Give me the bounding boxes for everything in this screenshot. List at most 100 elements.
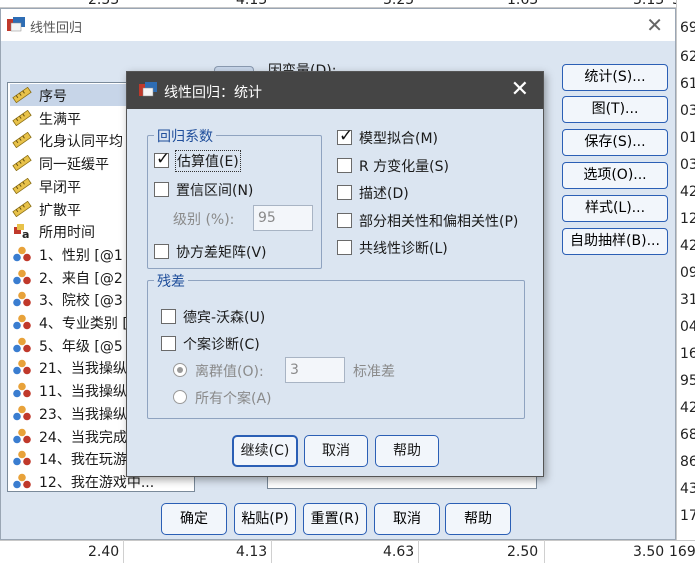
sheet-cell: 1.63 xyxy=(507,0,539,8)
nominal-variable-icon xyxy=(12,359,32,375)
sheet-top-row: 2.53 4.13 3.25 1.63 3.13 307 xyxy=(0,0,695,8)
sheet-cell: 3.13 xyxy=(633,0,665,8)
statistics-dialog: 线性回归：统计 ✕ 回归系数 估算值(E) 置信区间(N) 级别 (%): 95… xyxy=(126,71,544,477)
ok-button[interactable]: 确定 xyxy=(161,503,227,535)
sheet-cell: 68 xyxy=(680,427,695,443)
svg-text:a: a xyxy=(22,228,29,239)
sheet-cell: 16 xyxy=(680,346,695,362)
sheet-right-column: 69 62 61 03 01 03 42 12 42 09 31 04 16 9… xyxy=(676,0,695,563)
stats-cancel-button[interactable]: 取消 xyxy=(304,435,368,467)
checkbox-box[interactable] xyxy=(337,213,352,228)
r-squared-change-label: R 方变化量(S) xyxy=(359,159,449,175)
checkbox-box[interactable] xyxy=(154,244,169,259)
save-button[interactable]: 保存(S)... xyxy=(562,129,668,156)
nominal-variable-icon xyxy=(12,337,32,353)
sheet-cell: 42 xyxy=(680,400,695,416)
scale-ruler-icon xyxy=(12,154,32,172)
sheet-bottom-row: 2.40 4.13 4.63 2.50 3.50 169 xyxy=(0,540,695,563)
sheet-cell: 42 xyxy=(680,238,695,254)
nominal-variable-icon xyxy=(12,473,32,489)
main-titlebar: 线性回归 ✕ xyxy=(1,9,675,41)
checkbox-box[interactable] xyxy=(337,158,352,173)
stats-titlebar: 线性回归：统计 ✕ xyxy=(127,72,543,109)
sheet-cell: 95 xyxy=(680,373,695,389)
sheet-cell: 42 xyxy=(680,184,695,200)
residuals-group: 残差 德宾-沃森(U) 个案诊断(C) 离群值(O): 3 标准差 所有个案(A… xyxy=(147,271,525,419)
sheet-cell: 03 xyxy=(680,103,695,119)
column-divider xyxy=(123,540,124,563)
sheet-cell: 04 xyxy=(680,319,695,335)
sheet-cell: 4.13 xyxy=(236,544,268,560)
help-button[interactable]: 帮助 xyxy=(445,503,511,535)
coefficients-group-title: 回归系数 xyxy=(154,126,216,146)
radio-dot[interactable] xyxy=(173,363,187,377)
sheet-cell: 3.25 xyxy=(383,0,415,8)
level-label: 级别 (%): xyxy=(173,212,235,228)
options-button[interactable]: 选项(O)... xyxy=(562,162,668,189)
variable-label: 化身认同平均 xyxy=(39,134,123,151)
plots-button[interactable]: 图(T)... xyxy=(562,96,668,123)
paste-button[interactable]: 粘贴(P) xyxy=(234,503,296,535)
variable-label: 14、我在玩游 xyxy=(39,452,127,469)
continue-button[interactable]: 继续(C) xyxy=(232,435,298,467)
statistics-button[interactable]: 统计(S)... xyxy=(562,64,668,91)
sheet-cell: 4.63 xyxy=(383,544,415,560)
checkbox-box[interactable] xyxy=(154,149,170,169)
string-variable-icon: a xyxy=(12,223,32,241)
collinearity-label: 共线性诊断(L) xyxy=(359,241,448,257)
radio-dot[interactable] xyxy=(173,390,187,404)
descriptives-label: 描述(D) xyxy=(359,186,409,202)
variable-label: 3、院校 [@3 xyxy=(39,293,123,310)
outliers-input[interactable]: 3 xyxy=(285,357,345,383)
level-input[interactable]: 95 xyxy=(253,205,313,231)
column-divider xyxy=(544,540,545,563)
main-dialog-title: 线性回归 xyxy=(30,21,83,36)
column-divider xyxy=(271,540,272,563)
sheet-cell: 86 xyxy=(680,454,695,470)
nominal-variable-icon xyxy=(12,405,32,421)
checkbox-box[interactable] xyxy=(337,240,352,255)
sheet-cell: 03 xyxy=(680,157,695,173)
confidence-interval-label: 置信区间(N) xyxy=(176,183,254,199)
variable-label: 扩散平 xyxy=(39,202,81,219)
sheet-cell: 4.13 xyxy=(236,0,268,8)
sheet-cell: 43 xyxy=(680,481,695,497)
sheet-cell: 62 xyxy=(680,49,695,65)
estimates-label: 估算值(E) xyxy=(175,150,241,172)
close-icon[interactable]: ✕ xyxy=(646,13,663,37)
variable-label: 5、年级 [@5 xyxy=(39,338,123,355)
variable-label: 4、专业类别 [ xyxy=(39,316,128,332)
bootstrap-button[interactable]: 自助抽样(B)... xyxy=(562,228,668,255)
coefficients-group: 回归系数 估算值(E) 置信区间(N) 级别 (%): 95 协方差矩阵(V) xyxy=(147,126,322,269)
checkbox-box[interactable] xyxy=(154,182,169,197)
nominal-variable-icon xyxy=(12,291,32,307)
cancel-button[interactable]: 取消 xyxy=(374,503,440,535)
durbin-watson-label: 德宾-沃森(U) xyxy=(183,310,266,326)
variable-label: 1、性别 [@1 xyxy=(39,247,123,264)
sheet-cell: 2.50 xyxy=(507,544,539,560)
sheet-cell: 2.53 xyxy=(88,0,120,8)
sheet-cell: 69 xyxy=(680,20,695,36)
variable-label: 2、来自 [@2 xyxy=(39,270,123,287)
nominal-variable-icon xyxy=(12,269,32,285)
checkbox-box[interactable] xyxy=(337,126,353,146)
scale-ruler-icon xyxy=(12,109,32,126)
casewise-diagnostics-label: 个案诊断(C) xyxy=(183,337,260,353)
reset-button[interactable]: 重置(R) xyxy=(303,503,367,535)
variable-label: 24、当我完成 xyxy=(39,429,127,446)
variable-label: 所用时间 xyxy=(39,225,95,242)
style-button[interactable]: 样式(L)... xyxy=(562,195,668,222)
variable-label: 同一延缓平 xyxy=(39,157,109,174)
sheet-cell: 61 xyxy=(680,76,695,92)
variable-label: 生满平 xyxy=(39,111,81,128)
checkbox-box[interactable] xyxy=(337,185,352,200)
close-icon[interactable]: ✕ xyxy=(511,77,529,102)
scale-ruler-icon xyxy=(12,86,32,104)
stats-dialog-title: 线性回归：统计 xyxy=(164,85,262,101)
sheet-cell: 3.50 xyxy=(633,544,665,560)
checkbox-box[interactable] xyxy=(161,309,176,324)
stats-help-button[interactable]: 帮助 xyxy=(375,435,439,467)
sheet-cell: 12 xyxy=(680,211,695,227)
checkbox-box[interactable] xyxy=(161,336,176,351)
all-cases-label: 所有个案(A) xyxy=(195,391,272,407)
